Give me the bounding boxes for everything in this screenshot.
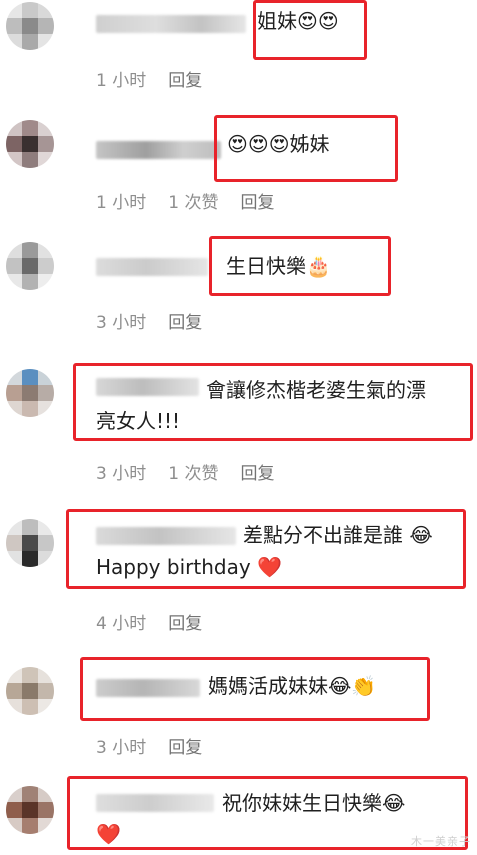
avatar[interactable]: [6, 120, 54, 168]
comment-time: 3 小时: [96, 464, 147, 484]
comment-text: 祝你妹妹生日快樂😂: [222, 791, 406, 815]
comment-meta: 1 小时 回复: [96, 66, 202, 91]
avatar[interactable]: [6, 242, 54, 290]
avatar[interactable]: [6, 2, 54, 50]
username-blurred[interactable]: [96, 378, 199, 396]
comment-text-line2: 亮女人!!!: [96, 409, 181, 433]
comment-meta: 4 小时 回复: [96, 609, 202, 634]
watermark: 木一美亲子: [411, 835, 471, 848]
reply-button[interactable]: 回复: [240, 459, 274, 484]
comment-time: 3 小时: [96, 738, 147, 758]
comment-text: 姐妹😍😍: [257, 9, 339, 33]
comment-time: 3 小时: [96, 313, 147, 333]
comment-text-line2: Happy birthday ❤️: [96, 555, 282, 579]
username-blurred[interactable]: [96, 679, 200, 697]
comment-meta: 3 小时 回复: [96, 733, 202, 758]
comment-meta: 3 小时 回复: [96, 308, 202, 333]
comment-text: 媽媽活成妹妹😂👏: [208, 674, 377, 698]
comment-time: 1 小时: [96, 193, 147, 213]
comment-meta: 1 小时 1 次赞 回复: [96, 188, 274, 213]
comment-text: 生日快樂🎂: [226, 254, 331, 278]
reply-button[interactable]: 回复: [240, 188, 274, 213]
avatar[interactable]: [6, 786, 54, 834]
avatar[interactable]: [6, 667, 54, 715]
username-blurred[interactable]: [96, 15, 246, 33]
username-blurred[interactable]: [96, 141, 221, 159]
username-blurred[interactable]: [96, 794, 214, 812]
reply-button[interactable]: 回复: [168, 609, 202, 634]
avatar[interactable]: [6, 519, 54, 567]
comment-text: 😍😍😍姊妹: [227, 132, 330, 156]
reply-button[interactable]: 回复: [168, 308, 202, 333]
comment-time: 4 小时: [96, 614, 147, 634]
comment-meta: 3 小时 1 次赞 回复: [96, 459, 274, 484]
username-blurred[interactable]: [96, 527, 236, 545]
comment-text-line2: ❤️: [96, 822, 121, 846]
avatar[interactable]: [6, 369, 54, 417]
comment-text: 會讓修杰楷老婆生氣的漂: [206, 378, 426, 402]
like-count[interactable]: 1 次赞: [168, 188, 218, 213]
like-count[interactable]: 1 次赞: [168, 459, 218, 484]
reply-button[interactable]: 回复: [168, 733, 202, 758]
comment-time: 1 小时: [96, 71, 147, 91]
username-blurred[interactable]: [96, 258, 208, 276]
reply-button[interactable]: 回复: [168, 66, 202, 91]
comment-text: 差點分不出誰是誰 😂: [243, 523, 433, 547]
